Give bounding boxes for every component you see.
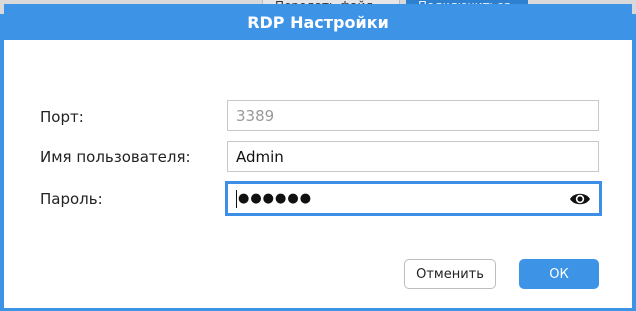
password-dots: ●●●●●● — [238, 191, 313, 206]
username-field[interactable]: Admin — [227, 141, 599, 172]
password-field[interactable]: ●●●●●● — [225, 181, 602, 216]
ok-button-label: ОК — [549, 266, 569, 282]
port-label: Порт: — [40, 108, 84, 126]
dialog-title-bar: RDP Настройки — [4, 4, 632, 40]
text-caret — [236, 189, 237, 208]
password-label: Пароль: — [40, 190, 103, 208]
cancel-button-label: Отменить — [416, 266, 484, 282]
port-field[interactable]: 3389 — [227, 100, 599, 131]
username-value: Admin — [236, 147, 284, 166]
dialog-title: RDP Настройки — [247, 12, 389, 32]
rdp-settings-dialog: RDP Настройки Порт: 3389 Имя пользовател… — [4, 4, 632, 308]
eye-icon[interactable] — [569, 191, 591, 207]
username-label: Имя пользователя: — [40, 148, 191, 166]
ok-button[interactable]: ОК — [519, 259, 599, 289]
cancel-button[interactable]: Отменить — [404, 259, 496, 289]
port-placeholder: 3389 — [236, 106, 275, 125]
